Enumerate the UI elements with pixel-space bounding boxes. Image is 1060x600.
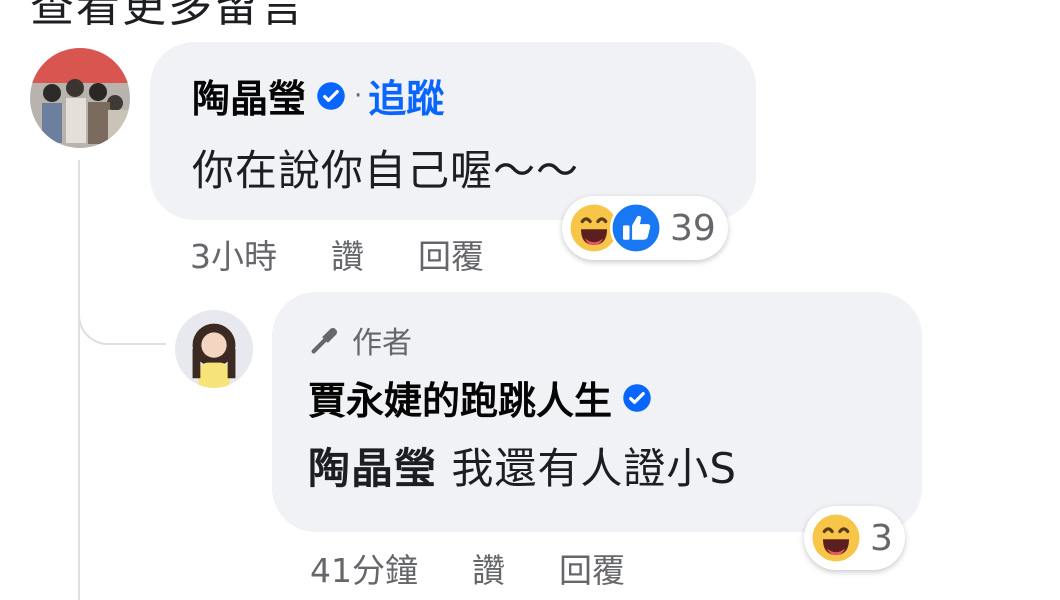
author-badge-label: 作者 bbox=[352, 326, 412, 361]
reply-actions: 41分鐘 讚 回覆 bbox=[310, 544, 679, 592]
commenter-name[interactable]: 陶晶瑩 bbox=[192, 68, 306, 123]
group-photo-avatar bbox=[30, 48, 130, 148]
commenter-name[interactable]: 賈永婕的跑跳人生 bbox=[308, 370, 612, 425]
comment-text: 你在說你自己喔～～ bbox=[192, 146, 580, 195]
top-partial-text: 查看更多留言 bbox=[30, 0, 306, 32]
reply-button[interactable]: 回覆 bbox=[418, 230, 484, 278]
verified-badge-icon bbox=[622, 383, 652, 413]
author-badge: 作者 bbox=[308, 318, 922, 362]
reply-button[interactable]: 回覆 bbox=[559, 544, 625, 592]
reply-header: 賈永婕的跑跳人生 bbox=[308, 370, 922, 425]
reactions-summary[interactable]: 39 bbox=[562, 196, 728, 260]
reaction-count: 39 bbox=[670, 207, 716, 249]
megaphone-icon bbox=[311, 327, 338, 354]
reply-bubble: 作者 賈永婕的跑跳人生 陶晶瑩 我還有人證小S bbox=[272, 292, 922, 532]
reply-timestamp[interactable]: 41分鐘 bbox=[310, 544, 418, 592]
reaction-count: 3 bbox=[870, 517, 893, 559]
reply-text: 陶晶瑩 我還有人證小S bbox=[308, 435, 922, 496]
like-icon bbox=[610, 202, 662, 254]
verified-badge-icon bbox=[316, 81, 346, 111]
comment-header: 陶晶瑩 · 追蹤 bbox=[192, 68, 756, 123]
woman-portrait-avatar bbox=[175, 310, 253, 388]
mention-tag[interactable]: 陶晶瑩 bbox=[308, 444, 437, 493]
avatar[interactable] bbox=[30, 48, 130, 148]
comment-timestamp[interactable]: 3小時 bbox=[190, 230, 277, 278]
reply-body: 我還有人證小S bbox=[451, 444, 738, 493]
avatar[interactable] bbox=[175, 310, 253, 388]
comment-bubble: 陶晶瑩 · 追蹤 你在說你自己喔～～ bbox=[150, 42, 756, 220]
haha-icon bbox=[810, 512, 862, 564]
comment-actions: 3小時 讚 回覆 bbox=[190, 230, 538, 278]
separator-dot: · bbox=[354, 80, 363, 111]
thread-line bbox=[78, 160, 80, 600]
reactions-summary[interactable]: 3 bbox=[804, 506, 905, 570]
follow-button[interactable]: 追蹤 bbox=[368, 68, 444, 123]
thread-connector bbox=[78, 295, 166, 345]
like-button[interactable]: 讚 bbox=[472, 544, 505, 592]
like-button[interactable]: 讚 bbox=[331, 230, 364, 278]
